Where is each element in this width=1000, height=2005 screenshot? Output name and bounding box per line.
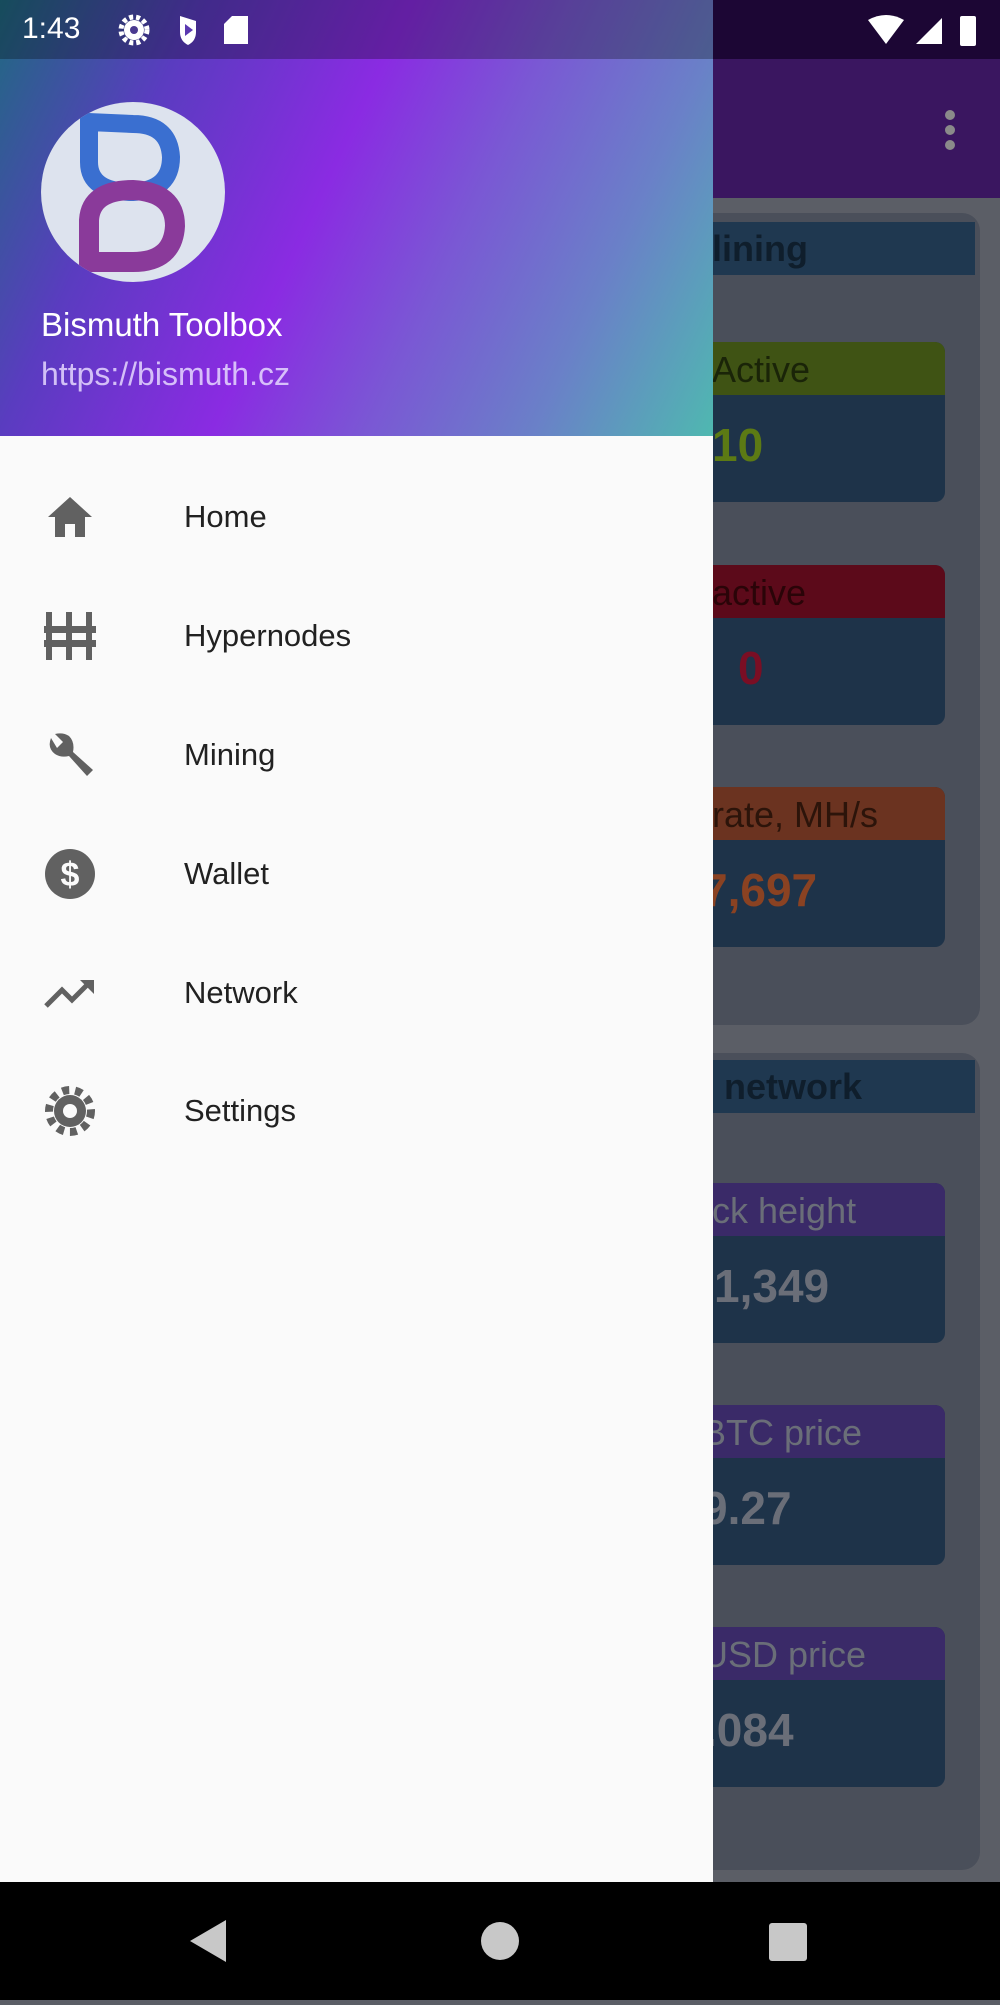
svg-text:$: $ (61, 856, 80, 894)
mining-card: lining Active 10 active 0 rate, MH/s 7,6… (690, 213, 980, 1025)
app-url[interactable]: https://bismuth.cz (41, 356, 290, 393)
overflow-menu-icon[interactable] (944, 110, 956, 150)
tile-value: 9.27 (702, 1482, 792, 1534)
status-bar-left: 1:43 (0, 0, 713, 59)
system-navigation-bar (0, 1882, 1000, 2000)
bismuth-logo (41, 102, 225, 282)
block-height-tile: ck height 1,349 (690, 1183, 945, 1343)
wrench-icon (42, 727, 98, 783)
signal-icon (916, 18, 942, 44)
system-status-icons (868, 15, 976, 46)
trending-up-icon (42, 965, 98, 1021)
nav-label: Network (184, 975, 298, 1010)
usd-price-tile: USD price .084 (690, 1627, 945, 1787)
tile-value: 10 (712, 419, 764, 471)
sd-card-icon (224, 16, 248, 44)
app-title: Bismuth Toolbox (41, 306, 283, 343)
settings-icon (118, 14, 150, 46)
nav-item-network[interactable]: Network (0, 938, 713, 1048)
battery-icon (960, 16, 976, 46)
nav-label: Settings (184, 1093, 297, 1128)
shield-play-icon (180, 16, 196, 45)
tile-value: 0 (738, 642, 764, 694)
tile-value: 1,349 (714, 1260, 830, 1312)
hashrate-tile: rate, MH/s 7,697 (690, 787, 945, 947)
tile-value: .084 (704, 1704, 794, 1756)
clock: 1:43 (22, 12, 81, 45)
hypernodes-icon (42, 608, 98, 664)
active-tile: Active 10 (690, 342, 945, 502)
nav-label: Wallet (184, 856, 269, 891)
notification-icons (118, 14, 248, 46)
nav-item-home[interactable]: Home (0, 462, 713, 572)
tile-label: active (690, 565, 945, 618)
tile-label: rate, MH/s (690, 787, 945, 840)
drawer-header: 1:43 Bismuth Toolbox https://bismuth.cz (0, 0, 713, 436)
navigation-drawer: 1:43 Bismuth Toolbox https://bismuth.cz … (0, 0, 713, 1882)
tile-label: USD price (690, 1627, 945, 1680)
nav-item-settings[interactable]: Settings (0, 1056, 713, 1166)
gear-icon (42, 1083, 98, 1139)
network-card-title: network (690, 1060, 975, 1113)
tile-label: Active (690, 342, 945, 395)
nav-label: Mining (184, 737, 276, 772)
nav-item-mining[interactable]: Mining (0, 700, 713, 810)
inactive-tile: active 0 (690, 565, 945, 725)
tile-label: BTC price (690, 1405, 945, 1458)
nav-label: Hypernodes (184, 618, 352, 653)
network-card: network ck height 1,349 BTC price 9.27 U… (690, 1053, 980, 1870)
tile-value: 7,697 (702, 864, 818, 916)
back-button[interactable] (190, 1920, 226, 1962)
nav-item-wallet[interactable]: $ Wallet (0, 819, 713, 929)
nav-label: Home (184, 499, 267, 534)
nav-item-hypernodes[interactable]: Hypernodes (0, 581, 713, 691)
recents-button[interactable] (769, 1923, 807, 1961)
tile-label: ck height (690, 1183, 945, 1236)
home-icon (42, 489, 98, 545)
dollar-icon: $ (42, 846, 98, 902)
home-button[interactable] (481, 1922, 519, 1960)
mining-card-title: lining (690, 222, 975, 275)
btc-price-tile: BTC price 9.27 (690, 1405, 945, 1565)
wifi-icon (868, 15, 904, 44)
